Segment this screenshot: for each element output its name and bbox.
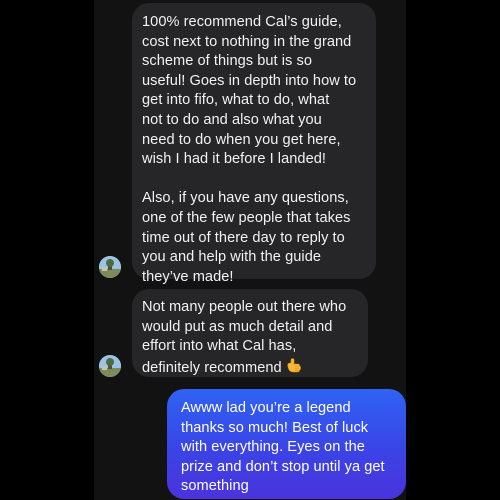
- incoming-message-bubble[interactable]: Not many people out there who would put …: [132, 289, 368, 377]
- message-line: cost next to nothing in the grand: [142, 33, 352, 50]
- message-line: effort into what Cal has,: [142, 338, 297, 355]
- message-line: prize and don’t stop until ya get: [181, 458, 385, 475]
- message-line: not to do and also what you: [142, 111, 322, 128]
- message-text: definitely recommend: [142, 359, 282, 376]
- sender-avatar[interactable]: [99, 256, 121, 278]
- message-line: wish I had it before I landed!: [142, 151, 327, 168]
- profile-photo-icon: [99, 355, 121, 377]
- outgoing-message-bubble[interactable]: Awww lad you’re a legend thanks so much!…: [167, 389, 406, 499]
- message-line: time out of there day to reply to: [142, 229, 345, 246]
- message-line: thanks so much! Best of luck: [181, 419, 369, 436]
- message-line: something: [181, 478, 249, 495]
- message-line: you and help with the guide: [142, 249, 322, 266]
- message-line: Also, if you have any questions,: [142, 190, 349, 207]
- incoming-message-bubble[interactable]: 100% recommend Cal’s guide, cost next to…: [132, 3, 376, 285]
- message-line: would put as much detail and: [142, 318, 333, 335]
- message-line: useful! Goes in depth into how to: [142, 72, 357, 89]
- message-line: get into fifo, what to do, what: [142, 92, 330, 109]
- message-line: with everything. Eyes on the: [181, 439, 365, 456]
- sender-avatar[interactable]: [99, 355, 121, 377]
- message-line: need to do when you get here,: [142, 131, 341, 148]
- message-line: Not many people out there who: [142, 299, 347, 315]
- message-line: one of the few people that takes: [142, 209, 351, 226]
- message-line: scheme of things but is so: [142, 53, 313, 70]
- message-line: definitely recommend: [142, 357, 368, 382]
- message-line: 100% recommend Cal’s guide,: [142, 14, 342, 30]
- message-line: Awww lad you’re a legend: [181, 400, 351, 416]
- message-line: they’ve made!: [142, 268, 234, 285]
- profile-photo-icon: [99, 256, 121, 278]
- call-me-hand-emoji-icon: [285, 357, 303, 382]
